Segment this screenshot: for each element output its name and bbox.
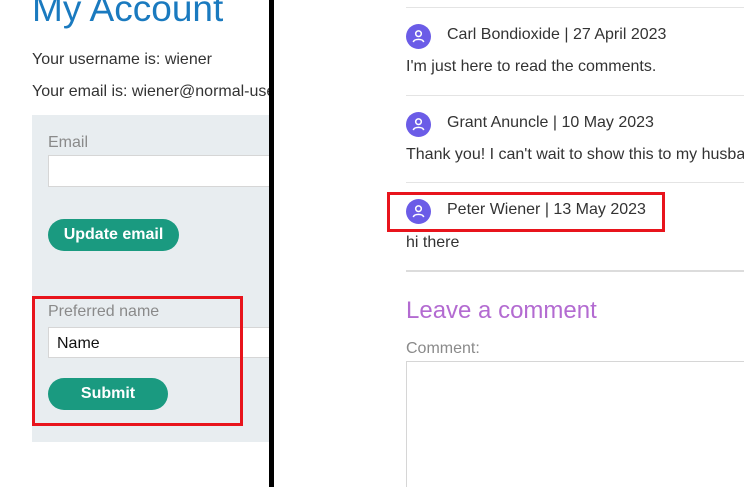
comment-divider: [406, 182, 744, 183]
comment-text: hi there: [406, 234, 460, 251]
comment-author-date: Carl Bondioxide | 27 April 2023: [447, 26, 667, 43]
comment-author-date: Grant Anuncle | 10 May 2023: [447, 114, 654, 131]
username-text: Your username is: wiener: [32, 51, 212, 68]
comment-text: Thank you! I can't wait to show this to …: [406, 146, 744, 163]
comment-text: I'm just here to read the comments.: [406, 58, 657, 75]
section-divider: [406, 270, 744, 272]
email-text: Your email is: wiener@normal-user.net: [32, 83, 269, 100]
user-avatar-icon: [406, 112, 431, 137]
email-field[interactable]: [48, 155, 269, 187]
comment-label: Comment:: [406, 340, 480, 357]
user-avatar-icon: [406, 24, 431, 49]
comment-divider: [406, 7, 744, 8]
account-panel: My Account Your username is: wiener Your…: [0, 0, 269, 487]
comment-textarea[interactable]: [406, 361, 744, 487]
comments-panel: Carl Bondioxide | 27 April 2023 I'm just…: [274, 0, 744, 487]
highlight-box: [32, 296, 243, 426]
page-title: My Account: [32, 0, 224, 29]
highlight-box: [387, 192, 665, 232]
update-email-button[interactable]: Update email: [48, 219, 179, 251]
email-label: Email: [48, 134, 89, 151]
leave-comment-heading: Leave a comment: [406, 297, 597, 324]
comment-divider: [406, 95, 744, 96]
